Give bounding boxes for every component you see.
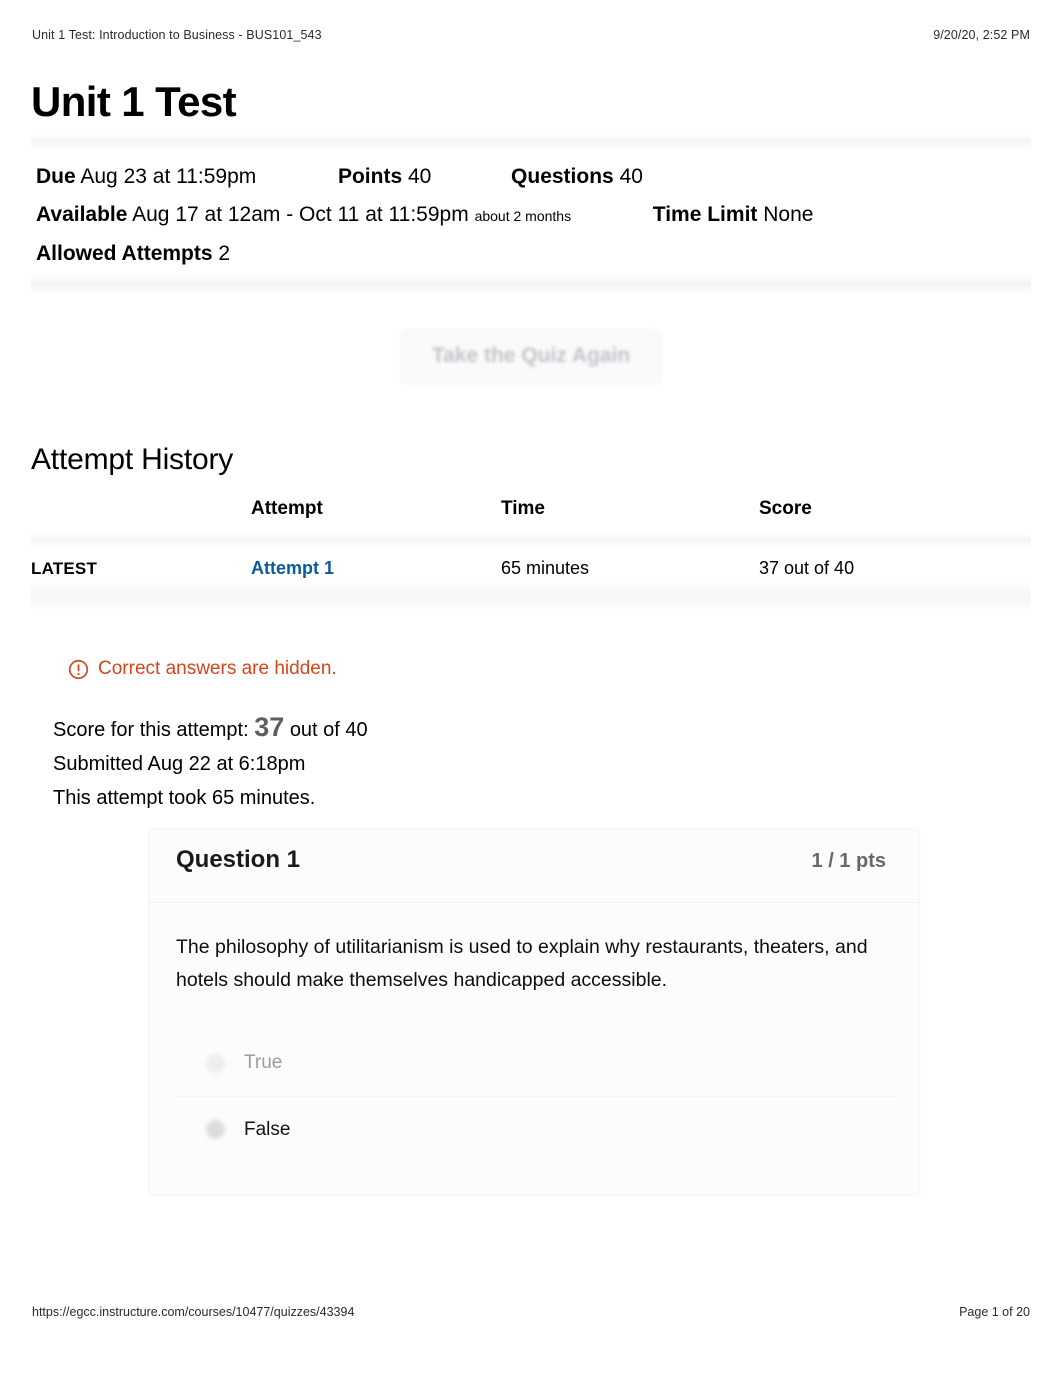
separator-band-bottom	[31, 274, 1031, 296]
question-header-divider	[148, 902, 920, 903]
table-row: LATEST Attempt 1 65 minutes 37 out of 40	[31, 546, 1031, 591]
score-cell: 37 out of 40	[759, 558, 855, 578]
take-quiz-again-button[interactable]: Take the Quiz Again	[400, 330, 662, 384]
exclamation-circle-icon	[68, 659, 89, 680]
points-label: Points	[337, 165, 403, 188]
attempt-1-link[interactable]: Attempt 1	[251, 558, 334, 578]
column-header-attempt: Attempt	[251, 498, 323, 519]
attempt-summary: Score for this attempt: 37 out of 40 Sub…	[53, 710, 368, 815]
radio-button-icon[interactable]	[206, 1120, 225, 1139]
attempt-score-line: Score for this attempt: 37 out of 40	[53, 710, 368, 747]
column-header-blank	[31, 498, 251, 546]
latest-label: LATEST	[31, 559, 98, 578]
question-header: Question 1 1 / 1 pts	[176, 846, 886, 874]
print-timestamp: 9/20/20, 2:52 PM	[933, 28, 1030, 42]
answer-label: True	[244, 1052, 283, 1073]
question-card: Question 1 1 / 1 pts The philosophy of u…	[148, 828, 920, 1196]
score-suffix: out of 40	[289, 719, 368, 741]
time-limit-value: None	[763, 203, 814, 226]
quiz-meta-row-3: Allowed Attempts 2	[36, 235, 1036, 273]
table-body: LATEST Attempt 1 65 minutes 37 out of 40	[31, 546, 1031, 591]
questions-value: 40	[619, 165, 643, 188]
column-header-score: Score	[759, 498, 812, 519]
question-points: 1 / 1 pts	[811, 850, 886, 872]
separator-band-top	[31, 134, 1031, 150]
available-value: Aug 17 at 12am - Oct 11 at 11:59pm	[132, 203, 469, 226]
retake-button-container: Take the Quiz Again	[0, 330, 1062, 384]
due-label: Due	[36, 165, 76, 188]
submitted-line: Submitted Aug 22 at 6:18pm	[53, 753, 306, 775]
source-url: https://egcc.instructure.com/courses/104…	[32, 1305, 355, 1319]
quiz-meta: Due Aug 23 at 11:59pm Points 40 Question…	[36, 158, 1036, 273]
answer-list: True False	[176, 1030, 898, 1162]
questions-label: Questions	[511, 165, 614, 188]
hidden-answers-warning-text: Correct answers are hidden.	[98, 658, 337, 679]
answer-label: False	[244, 1118, 291, 1140]
available-label: Available	[36, 203, 128, 226]
score-prefix: Score for this attempt:	[53, 719, 249, 741]
page-number: Page 1 of 20	[959, 1305, 1030, 1319]
latest-badge: LATEST	[31, 546, 251, 591]
question-text: The philosophy of utilitarianism is used…	[176, 936, 868, 991]
score-value: 37	[254, 712, 285, 742]
table-header-row: Attempt Time Score	[31, 498, 1031, 546]
answer-option-true[interactable]: True	[176, 1030, 898, 1096]
attempt-history-heading: Attempt History	[31, 443, 234, 476]
print-header: Unit 1 Test: Introduction to Business - …	[32, 28, 1030, 42]
attempt-history-table: Attempt Time Score LATEST Attempt 1 65 m…	[31, 498, 1031, 591]
table-head: Attempt Time Score	[31, 498, 1031, 546]
column-header-time: Time	[501, 498, 546, 519]
answer-option-false[interactable]: False	[176, 1096, 898, 1162]
print-footer: https://egcc.instructure.com/courses/104…	[32, 1305, 1030, 1319]
document-title: Unit 1 Test: Introduction to Business - …	[32, 28, 322, 42]
question-title: Question 1	[176, 846, 301, 873]
allowed-attempts-label: Allowed Attempts	[36, 242, 213, 265]
hidden-answers-warning: Correct answers are hidden.	[68, 658, 337, 680]
quiz-meta-row-2: Available Aug 17 at 12am - Oct 11 at 11:…	[36, 196, 1036, 235]
allowed-attempts-value: 2	[218, 242, 231, 265]
time-cell: 65 minutes	[501, 558, 590, 578]
quiz-meta-row-1: Due Aug 23 at 11:59pm Points 40 Question…	[36, 158, 1036, 196]
time-limit-label: Time Limit	[652, 203, 758, 226]
points-value: 40	[407, 165, 432, 188]
due-value: Aug 23 at 11:59pm	[80, 165, 257, 188]
duration-line: This attempt took 65 minutes.	[53, 787, 316, 809]
radio-button-icon[interactable]	[206, 1053, 225, 1073]
available-note: about 2 months	[474, 208, 572, 224]
attempt-cell: Attempt 1	[251, 546, 501, 591]
page-title: Unit 1 Test	[31, 78, 237, 125]
